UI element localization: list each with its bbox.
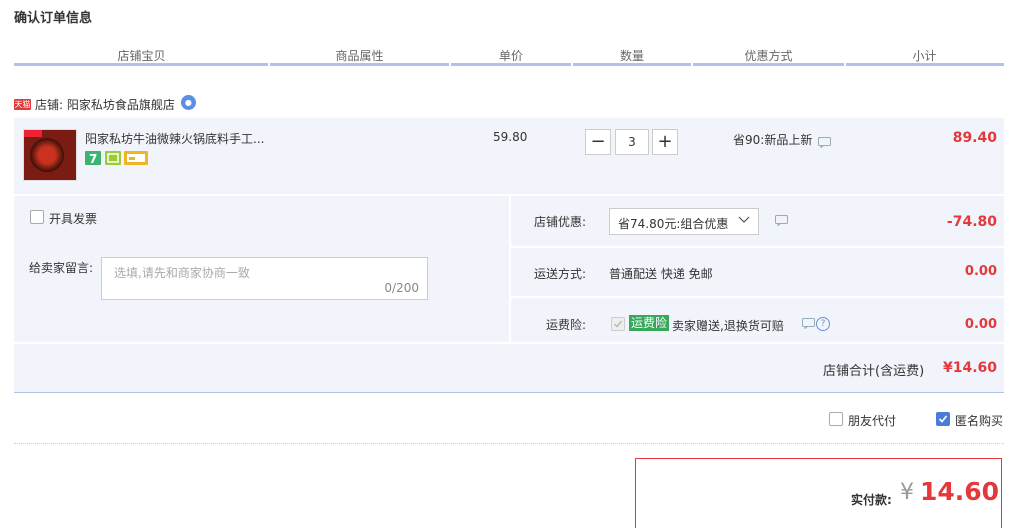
chevron-down-icon (738, 213, 750, 230)
currency-symbol: ¥ (900, 480, 914, 505)
quantity-increase-button[interactable]: + (652, 129, 678, 155)
header-underline (451, 63, 571, 66)
invoice-label: 开具发票 (49, 212, 98, 226)
message-label: 给卖家留言: (29, 261, 94, 275)
promotion-comment-icon[interactable] (818, 137, 831, 149)
insurance-comment-icon[interactable] (802, 318, 815, 330)
insurance-amount: 0.00 (964, 317, 997, 332)
item-subtotal: 89.40 (952, 130, 997, 146)
quantity-input[interactable]: 3 (615, 129, 649, 155)
thumbnail-brand-mark (24, 130, 42, 137)
service-guarantee-icon[interactable] (105, 151, 121, 165)
help-icon[interactable]: ? (816, 317, 830, 331)
insurance-checkbox[interactable] (611, 317, 625, 331)
page-title: 确认订单信息 (14, 11, 93, 26)
shop-discount-label: 店铺优惠: (534, 215, 587, 229)
message-placeholder: 选填,请先和商家协商一致 (114, 266, 250, 280)
payment-label: 实付款: (851, 493, 892, 507)
product-thumbnail[interactable] (23, 129, 77, 181)
shop-discount-select[interactable]: 省74.80元:组合优惠 (609, 208, 759, 235)
chat-bubble-icon[interactable]: ● (180, 94, 196, 110)
friend-pay-label: 朋友代付 (848, 414, 897, 428)
seven-day-return-icon[interactable]: 7 (85, 151, 101, 166)
shop-discount-amount: -74.80 (946, 214, 997, 230)
column-header-quantity: 数量 (619, 49, 644, 63)
header-underline (573, 63, 691, 66)
header-underline (693, 63, 844, 66)
credit-card-icon[interactable] (124, 151, 148, 165)
payment-amount: 14.60 (920, 477, 1000, 506)
store-total-label: 店铺合计(含运费) (823, 364, 925, 379)
anonymous-label: 匿名购买 (955, 414, 1004, 428)
insurance-label: 运费险: (546, 318, 587, 332)
header-underline (270, 63, 449, 66)
anonymous-checkbox[interactable] (936, 412, 950, 426)
store-row: 天猫 店铺: 阳家私坊食品旗舰店 ● (14, 94, 196, 113)
insurance-tag: 运费险 (629, 315, 670, 331)
divider (14, 443, 1004, 444)
shop-discount-selected: 省74.80元:组合优惠 (618, 217, 729, 231)
column-header-subtotal: 小计 (912, 49, 937, 63)
thumbnail-hotpot-image (30, 138, 64, 172)
promotion-text: 省90:新品上新 (733, 133, 813, 147)
column-header-item: 店铺宝贝 (117, 49, 166, 63)
shipping-amount: 0.00 (964, 264, 997, 279)
store-total-amount: ¥14.60 (942, 360, 997, 376)
column-header-promotion: 优惠方式 (744, 49, 793, 63)
insurance-text: 卖家赠送,退换货可赔 (672, 319, 784, 333)
discount-comment-icon[interactable] (775, 215, 788, 227)
column-header-unit-price: 单价 (498, 49, 523, 63)
friend-pay-checkbox[interactable] (829, 412, 843, 426)
product-name-link[interactable]: 阳家私坊牛油微辣火锅底料手工... (85, 130, 275, 147)
shipping-method: 普通配送 快递 免邮 (609, 267, 713, 281)
header-underline (846, 63, 1004, 66)
svg-text:7: 7 (89, 152, 97, 165)
unit-price: 59.80 (493, 130, 528, 144)
store-name-link[interactable]: 店铺: 阳家私坊食品旗舰店 (35, 96, 175, 113)
column-header-attributes: 商品属性 (335, 49, 384, 63)
shipping-label: 运送方式: (534, 267, 587, 281)
header-underline (14, 63, 268, 66)
message-char-count: 0/200 (384, 281, 419, 295)
quantity-decrease-button[interactable]: − (585, 129, 611, 155)
tmall-badge: 天猫 (14, 98, 31, 110)
seller-message-field[interactable]: 选填,请先和商家协商一致 0/200 (101, 257, 428, 300)
invoice-checkbox[interactable] (30, 210, 44, 224)
